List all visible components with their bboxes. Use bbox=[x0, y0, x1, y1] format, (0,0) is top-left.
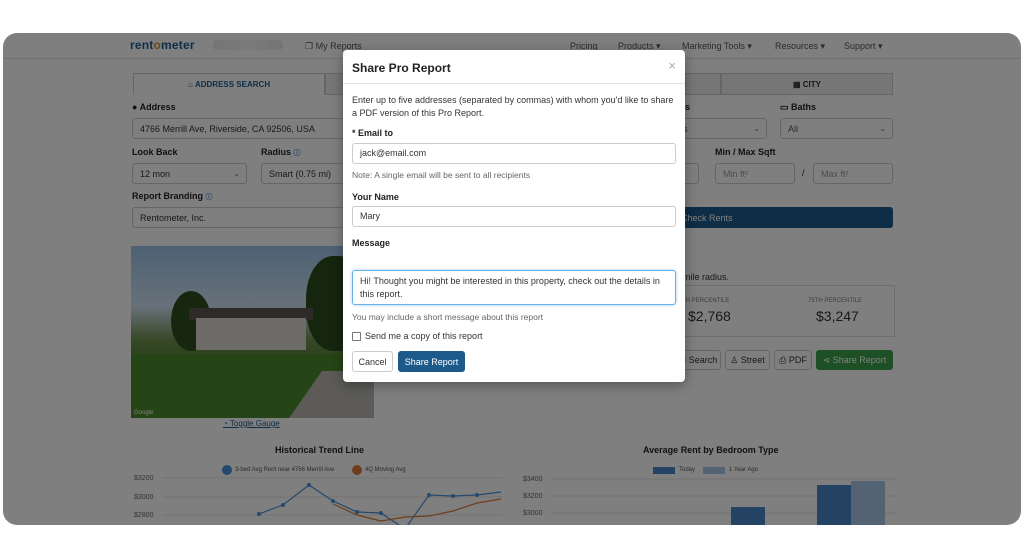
send-copy-checkbox[interactable] bbox=[352, 332, 361, 341]
email-field[interactable]: jack@email.com bbox=[352, 143, 676, 164]
name-field[interactable]: Mary bbox=[352, 206, 676, 227]
modal-title: Share Pro Report bbox=[352, 61, 451, 75]
email-label: * Email to bbox=[352, 128, 394, 138]
share-report-modal: Share Pro Report × Enter up to five addr… bbox=[343, 50, 685, 382]
modal-intro-text: Enter up to five addresses (separated by… bbox=[352, 95, 674, 118]
name-label: Your Name bbox=[352, 192, 399, 202]
close-icon[interactable]: × bbox=[668, 58, 676, 73]
rentometer-page: rentometer ❐ My Reports Pricing Products… bbox=[3, 33, 1021, 525]
message-textarea[interactable]: Hi! Thought you might be interested in t… bbox=[352, 270, 676, 305]
message-label: Message bbox=[352, 238, 391, 248]
message-note: You may include a short message about th… bbox=[352, 312, 544, 322]
share-report-submit-button[interactable]: Share Report bbox=[398, 351, 465, 372]
browser-viewport: rentometer ❐ My Reports Pricing Products… bbox=[3, 33, 1021, 525]
email-note: Note: A single email will be sent to all… bbox=[352, 170, 531, 180]
modal-header: Share Pro Report × bbox=[343, 50, 685, 84]
send-copy-label[interactable]: Send me a copy of this report bbox=[365, 331, 483, 341]
cancel-button[interactable]: Cancel bbox=[352, 351, 393, 372]
